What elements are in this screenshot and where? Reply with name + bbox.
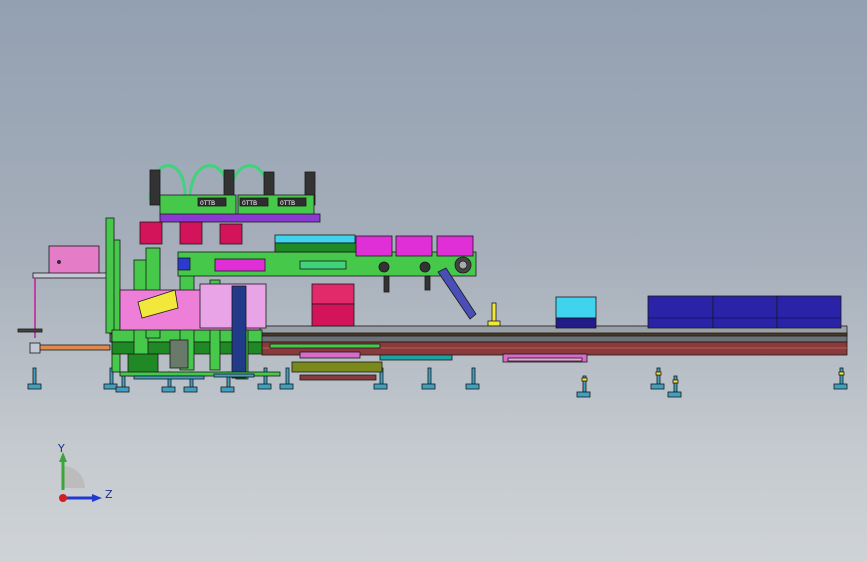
product-boxes — [555, 295, 842, 329]
svg-text:0TTB: 0TTB — [200, 200, 215, 207]
y-axis-label: Y — [58, 442, 65, 455]
x-axis-dot — [59, 494, 67, 502]
nameplate-labels: 0TTB 0TTB 0TTB — [200, 200, 295, 207]
red-block — [311, 283, 355, 327]
coordinate-triad: Y Z — [48, 438, 118, 508]
graphics-viewport[interactable]: 0TTB 0TTB 0TTB Y Z — [0, 0, 867, 562]
svg-text:0TTB: 0TTB — [242, 200, 257, 207]
control-cabinet — [17, 245, 119, 354]
picker-heads: 0TTB 0TTB 0TTB — [139, 164, 321, 245]
svg-text:0TTB: 0TTB — [280, 200, 295, 207]
cad-assembly-model[interactable]: 0TTB 0TTB 0TTB — [0, 0, 867, 562]
triad-quadrant — [63, 466, 85, 488]
z-axis-label: Z — [105, 488, 113, 501]
